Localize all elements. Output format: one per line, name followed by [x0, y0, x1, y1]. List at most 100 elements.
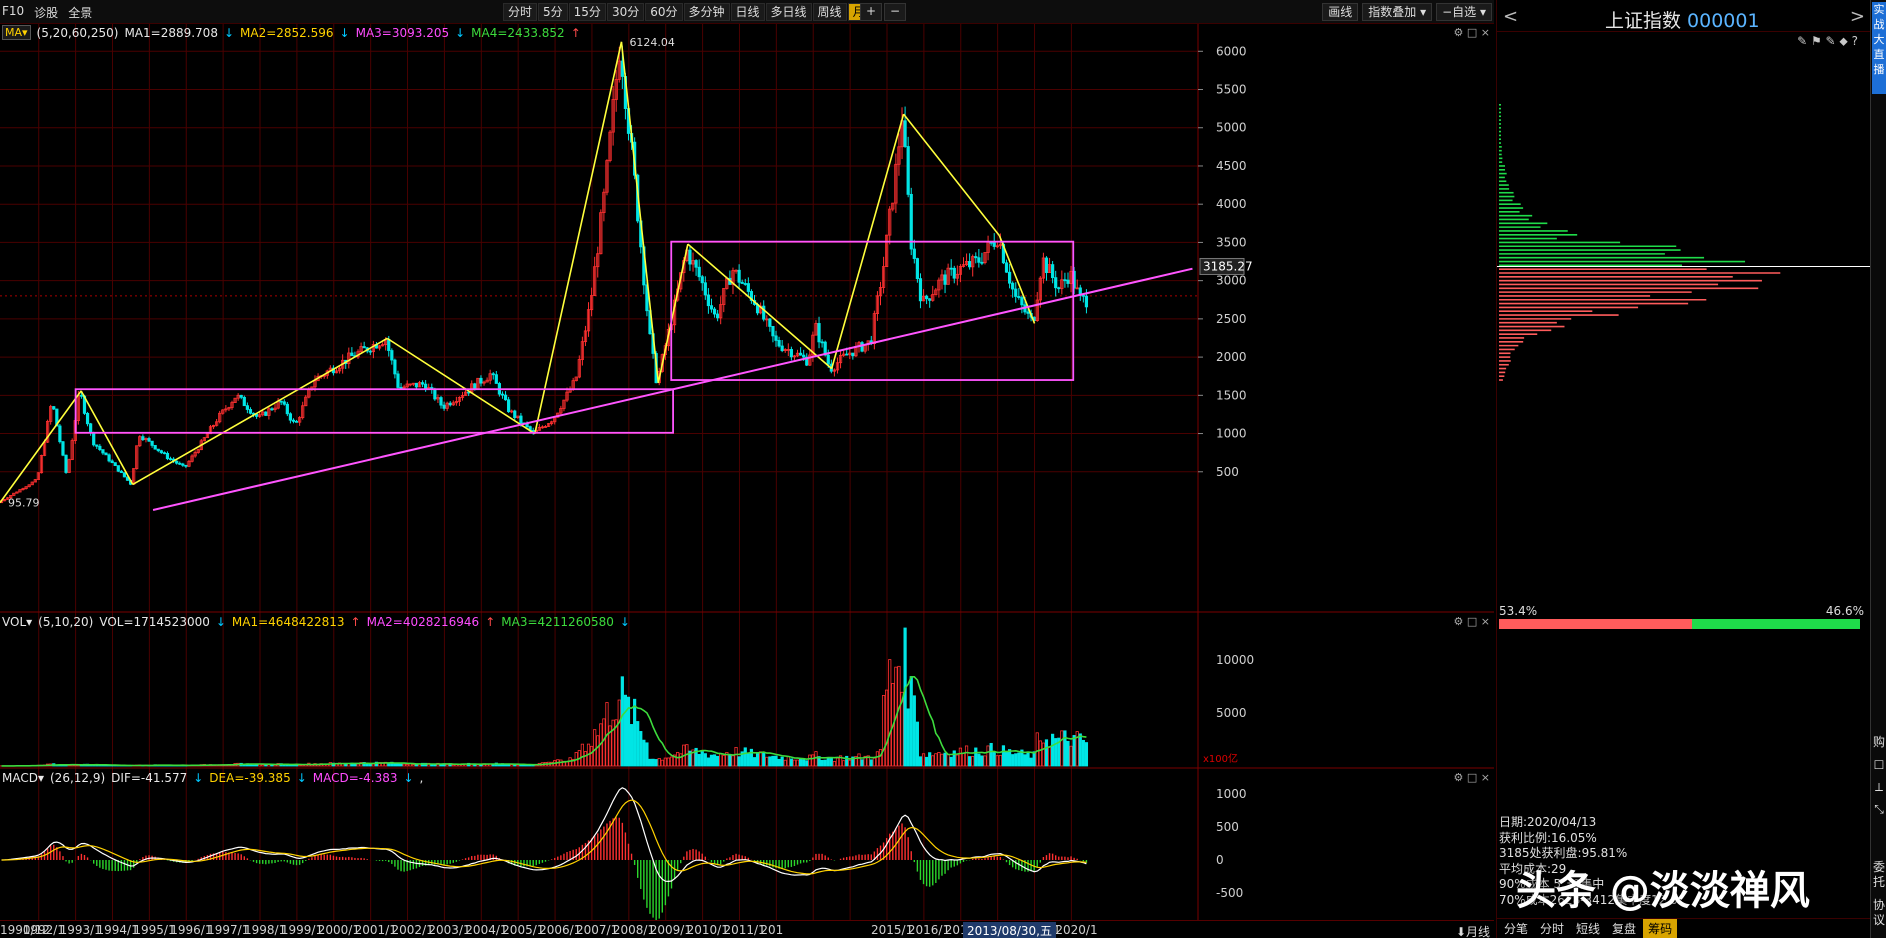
macd-pane-controls[interactable]: ⚙ □ ×	[1454, 771, 1490, 784]
chip-histogram	[1497, 104, 1871, 381]
candle-body	[479, 377, 483, 384]
volume-bar	[1014, 753, 1018, 767]
candle-body	[912, 248, 916, 259]
ma3-arrow-down-icon: ↓	[455, 25, 466, 40]
volume-bar	[949, 756, 953, 767]
volume-bar	[943, 752, 947, 767]
volume-bar	[915, 721, 919, 767]
date-tick-label: 2016/1	[907, 923, 951, 937]
candle-body	[709, 305, 714, 310]
price-pane-controls[interactable]: ⚙ □ ×	[1454, 26, 1490, 39]
volume-bar	[762, 751, 766, 767]
volume-bar	[1041, 742, 1045, 767]
buy-button[interactable]: 购	[1872, 735, 1886, 750]
candle-body	[1007, 271, 1012, 284]
candle-body	[743, 283, 747, 285]
candle-body	[141, 436, 145, 441]
candle-body	[368, 350, 372, 353]
candle-body	[820, 341, 824, 344]
strip-icon-pin[interactable]: ⟂	[1872, 780, 1886, 795]
volume-bar	[583, 751, 588, 767]
protocol-button[interactable]: 协议	[1872, 898, 1886, 928]
tab-replay[interactable]: 复盘	[1607, 919, 1641, 938]
candle-body	[162, 452, 166, 455]
candle-body	[1014, 288, 1018, 297]
candle-body	[101, 449, 105, 454]
candle-body	[168, 458, 173, 461]
volume-bar	[881, 695, 886, 767]
volume-bar	[992, 751, 996, 767]
volume-bar	[399, 763, 403, 767]
volume-bar	[393, 763, 397, 767]
order-button[interactable]: 委托	[1872, 860, 1886, 890]
price-axis: 6000550050004500400035003000250020001500…	[1198, 44, 1254, 900]
candle-body	[156, 448, 160, 452]
candle-body	[817, 323, 821, 343]
candle-body	[473, 383, 477, 390]
candle-body	[294, 420, 299, 423]
macd-params: (26,12,9)	[50, 771, 106, 785]
dea-value: DEA=-39.385	[209, 771, 291, 785]
volume-bar	[1011, 754, 1015, 767]
volume-bar	[657, 758, 661, 767]
date-tick-label: 1992/1	[22, 923, 65, 937]
candle-body	[974, 256, 978, 259]
strip-icon-expand[interactable]: ⤡	[1872, 802, 1886, 817]
candle-body	[716, 313, 720, 319]
volume-bar	[795, 759, 800, 767]
volume-bar	[937, 752, 941, 767]
volume-bar	[1029, 757, 1033, 767]
candle-body	[1020, 297, 1024, 306]
macd-tick-label: 0	[1216, 853, 1224, 867]
strip-icon-box[interactable]: ☐	[1872, 758, 1886, 773]
volume-pane-controls[interactable]: ⚙ □ ×	[1454, 615, 1490, 628]
volume-bar	[734, 746, 738, 767]
date-tick-label: 2011/1	[723, 923, 766, 937]
tab-shortline[interactable]: 短线	[1571, 919, 1605, 938]
candle-body	[513, 410, 517, 418]
volume-bar	[802, 759, 806, 767]
live-broadcast-button[interactable]: 实战大直播	[1872, 2, 1886, 94]
candle-body	[390, 350, 394, 361]
volume-bar	[1023, 754, 1027, 767]
candle-body	[1081, 294, 1085, 297]
volume-bar	[1060, 730, 1064, 767]
candle-body	[98, 445, 102, 451]
volume-bar	[629, 724, 634, 767]
volume-bar	[1044, 739, 1049, 767]
monthly-switch-button[interactable]: ⬇月线	[1456, 923, 1490, 938]
price-tick-label: 1500	[1216, 388, 1247, 402]
volume-bar	[371, 763, 375, 767]
volume-bar	[980, 755, 984, 767]
volume-bar	[875, 751, 880, 767]
volume-bar	[749, 748, 754, 767]
vol-indicator-button[interactable]: VOL▾	[2, 615, 32, 629]
ma-indicator-button[interactable]: MA▾	[2, 25, 31, 40]
volume-bar	[669, 756, 674, 767]
candle-body	[439, 397, 443, 406]
volume-bar	[746, 753, 750, 767]
volume-bar	[580, 743, 584, 767]
tab-timeshare[interactable]: 分时	[1535, 919, 1569, 938]
candle-body	[519, 415, 523, 424]
macd-indicator-button[interactable]: MACD▾	[2, 771, 44, 785]
volume-legend: VOL▾ (5,10,20) VOL=1714523000 ↓ MA1=46484…	[2, 615, 630, 629]
volume-bar	[1038, 740, 1042, 767]
macd-tick-label: -500	[1216, 886, 1243, 900]
candle-body	[768, 318, 772, 327]
volume-bar	[396, 763, 400, 767]
candle-body	[175, 460, 179, 464]
candle-body	[943, 274, 947, 285]
candle-body	[147, 438, 151, 442]
vol-ma2-value: MA2=4028216946	[366, 615, 480, 629]
candle-body	[968, 261, 972, 268]
date-tick-label: 2002/1	[391, 923, 434, 937]
volume-bar	[728, 754, 732, 767]
volume-bar	[507, 764, 511, 767]
volume-bar	[666, 757, 671, 767]
tab-tick[interactable]: 分笔	[1499, 919, 1533, 938]
tab-chips[interactable]: 筹码	[1643, 919, 1678, 938]
price-tick-label: 3000	[1216, 274, 1247, 288]
date-tick-label: 2003/1	[428, 923, 471, 937]
price-tick-label: 6000	[1216, 44, 1247, 58]
